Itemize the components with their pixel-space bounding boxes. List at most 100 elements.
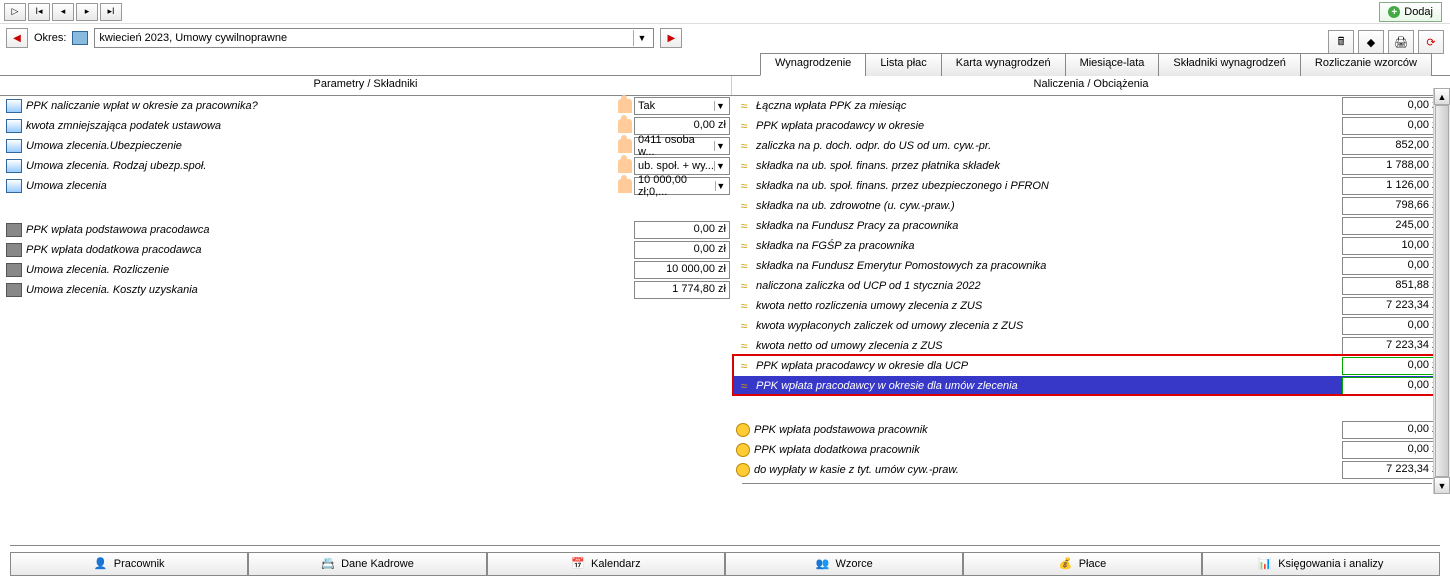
param-value[interactable]: 0,00 zł (634, 221, 730, 239)
tab-rozliczanie-wzorców[interactable]: Rozliczanie wzorców (1300, 53, 1432, 76)
doc-icon (6, 119, 22, 133)
gear-icon (6, 223, 22, 237)
calc-value: 0,00 zł (1342, 441, 1444, 459)
chevron-down-icon[interactable]: ▼ (714, 101, 726, 111)
wave-icon: ≈ (736, 379, 752, 393)
calc-value: 7 223,34 zł (1342, 297, 1444, 315)
plus-icon: + (1388, 6, 1400, 18)
calc-row[interactable]: ≈kwota netto od umowy zlecenia z ZUS7 22… (732, 336, 1450, 356)
calc-value: 0,00 zł (1342, 257, 1444, 275)
calculator-button[interactable]: 🖩 (1328, 30, 1354, 54)
chevron-down-icon[interactable]: ▼ (714, 161, 726, 171)
tab-label: Kalendarz (591, 558, 641, 570)
bottom-tab-wzorce[interactable]: 👥Wzorce (725, 553, 963, 576)
param-row: PPK wpłata podstawowa pracodawca0,00 zł (0, 220, 732, 240)
calc-value: 0,00 zł (1342, 357, 1444, 375)
param-row: PPK naliczanie wpłat w okresie za pracow… (0, 96, 732, 116)
tab-label: Pracownik (114, 558, 165, 570)
add-button[interactable]: + Dodaj (1379, 2, 1442, 22)
calc-label: składka na Fundusz Pracy za pracownika (756, 220, 1342, 232)
next-button[interactable]: ▸ (76, 3, 98, 21)
tab-składniki-wynagrodzeń[interactable]: Składniki wynagrodzeń (1158, 53, 1301, 76)
calc-row[interactable]: ≈ kwota wypłaconych zaliczek od umowy zle… (732, 316, 1450, 336)
doc-icon (6, 139, 22, 153)
param-value[interactable]: 10 000,00 zł (634, 261, 730, 279)
bottom-tab-księgowania-i-analizy[interactable]: 📊Księgowania i analizy (1202, 553, 1440, 576)
param-value[interactable]: 1 774,80 zł (634, 281, 730, 299)
period-prev-button[interactable]: ◀ (6, 28, 28, 48)
param-value[interactable]: 0,00 zł (634, 241, 730, 259)
dropdown-icon[interactable]: ▼ (633, 30, 649, 46)
tab-wynagrodzenie[interactable]: Wynagrodzenie (760, 53, 866, 76)
scrollbar[interactable]: ▲ ▼ (1433, 88, 1450, 494)
first-button[interactable]: I◂ (28, 3, 50, 21)
period-select[interactable]: kwiecień 2023, Umowy cywilnoprawne ▼ (94, 28, 654, 48)
gear-icon (6, 243, 22, 257)
param-select[interactable]: 10 000,00 zł;0,...▼ (634, 177, 730, 195)
calc-row[interactable]: ≈zaliczka na p. doch. odpr. do US od um.… (732, 136, 1450, 156)
calc-value: 1 788,00 zł (1342, 157, 1444, 175)
tab-label: Dane Kadrowe (341, 558, 414, 570)
calc-row[interactable]: ≈składka na Fundusz Emerytur Pomostowych… (732, 256, 1450, 276)
wave-icon: ≈ (736, 319, 752, 333)
scroll-down-button[interactable]: ▼ (1434, 477, 1450, 494)
book-button[interactable]: ◆ (1358, 30, 1384, 54)
calc-row[interactable]: ≈ kwota netto rozliczenia umowy zlecenia … (732, 296, 1450, 316)
calc-value: 0,00 zł (1342, 117, 1444, 135)
play-button[interactable]: ▷ (4, 3, 26, 21)
coin-icon (736, 463, 750, 477)
calc-row[interactable]: ≈PPK wpłata pracodawcy w okresie0,00 zł (732, 116, 1450, 136)
tab-miesiące-lata[interactable]: Miesiące-lata (1065, 53, 1160, 76)
calc-row[interactable]: ≈naliczona zaliczka od UCP od 1 stycznia… (732, 276, 1450, 296)
refresh-button[interactable]: ⟳ (1418, 30, 1444, 54)
bottom-tabs: 👤 Pracownik 📇 Dane Kadrowe 📅Kalendarz👥Wzorce… (10, 552, 1440, 576)
calc-label: kwota netto od umowy zlecenia z ZUS (756, 340, 1342, 352)
calc-value: 10,00 zł (1342, 237, 1444, 255)
chevron-down-icon[interactable]: ▼ (715, 181, 726, 191)
tab-icon: 👤 (94, 557, 108, 571)
calc-row[interactable]: PPK wpłata dodatkowa pracownik0,00 zł (732, 440, 1450, 460)
bottom-tab-kalendarz[interactable]: 📅Kalendarz (487, 553, 725, 576)
calc-label: kwota wypłaconych zaliczek od umowy zlec… (756, 320, 1342, 332)
bottom-tab-dane-kadrowe[interactable]: 📇 Dane Kadrowe (248, 553, 486, 576)
tab-icon: 📇 (321, 557, 335, 571)
wave-icon: ≈ (736, 199, 752, 213)
calc-row[interactable]: ≈Łączna wpłata PPK za miesiąc0,00 zł (732, 96, 1450, 116)
param-select[interactable]: ub. społ. + wy...▼ (634, 157, 730, 175)
calc-label: PPK wpłata pracodawcy w okresie dla UCP (756, 360, 1342, 372)
tab-karta-wynagrodzeń[interactable]: Karta wynagrodzeń (941, 53, 1066, 76)
scroll-thumb[interactable] (1435, 105, 1449, 477)
calc-row[interactable]: do wypłaty w kasie z tyt. umów cyw.-praw… (732, 460, 1450, 480)
period-next-button[interactable]: ▶ (660, 28, 682, 48)
calc-value: 852,00 zł (1342, 137, 1444, 155)
calc-row[interactable]: ≈PPK wpłata pracodawcy w okresie dla UCP… (732, 356, 1450, 376)
period-label: Okres: (34, 32, 66, 44)
book-icon[interactable] (72, 31, 88, 45)
calc-row[interactable]: ≈składka na FGŚP za pracownika10,00 zł (732, 236, 1450, 256)
tab-lista-płac[interactable]: Lista płac (865, 53, 941, 76)
bottom-tab-płace[interactable]: 💰Płace (963, 553, 1201, 576)
param-select[interactable]: 0411 osoba w...▼ (634, 137, 730, 155)
calc-row[interactable]: ≈składka na Fundusz Pracy za pracownika2… (732, 216, 1450, 236)
prev-button[interactable]: ◂ (52, 3, 74, 21)
param-select[interactable]: Tak▼ (634, 97, 730, 115)
print-button[interactable]: 🖨 (1388, 30, 1414, 54)
wave-icon: ≈ (736, 299, 752, 313)
calc-value: 1 126,00 zł (1342, 177, 1444, 195)
calc-label: kwota netto rozliczenia umowy zlecenia z… (756, 300, 1342, 312)
chevron-down-icon[interactable]: ▼ (714, 141, 726, 151)
calc-row[interactable]: PPK wpłata podstawowa pracownik0,00 zł (732, 420, 1450, 440)
last-button[interactable]: ▸I (100, 3, 122, 21)
calc-label: składka na ub. zdrowotne (u. cyw.-praw.) (756, 200, 1342, 212)
calc-row[interactable]: ≈składka na ub. społ. finans. przez ubez… (732, 176, 1450, 196)
calc-row[interactable]: ≈PPK wpłata pracodawcy w okresie dla umó… (732, 376, 1450, 396)
tabs-row: WynagrodzenieLista płacKarta wynagrodzeń… (0, 52, 1450, 76)
calc-row[interactable]: ≈składka na ub. społ. finans. przez płat… (732, 156, 1450, 176)
param-value[interactable]: 0,00 zł (634, 117, 730, 135)
calc-label: PPK wpłata podstawowa pracownik (754, 424, 1342, 436)
scroll-up-button[interactable]: ▲ (1434, 88, 1450, 105)
calc-row[interactable]: ≈ składka na ub. zdrowotne (u. cyw.-praw.… (732, 196, 1450, 216)
bottom-tab-pracownik[interactable]: 👤 Pracownik (10, 553, 248, 576)
left-panel: PPK naliczanie wpłat w okresie za pracow… (0, 96, 732, 496)
param-row: Umowa zlecenia. Rodzaj ubezp.społ.ub. sp… (0, 156, 732, 176)
